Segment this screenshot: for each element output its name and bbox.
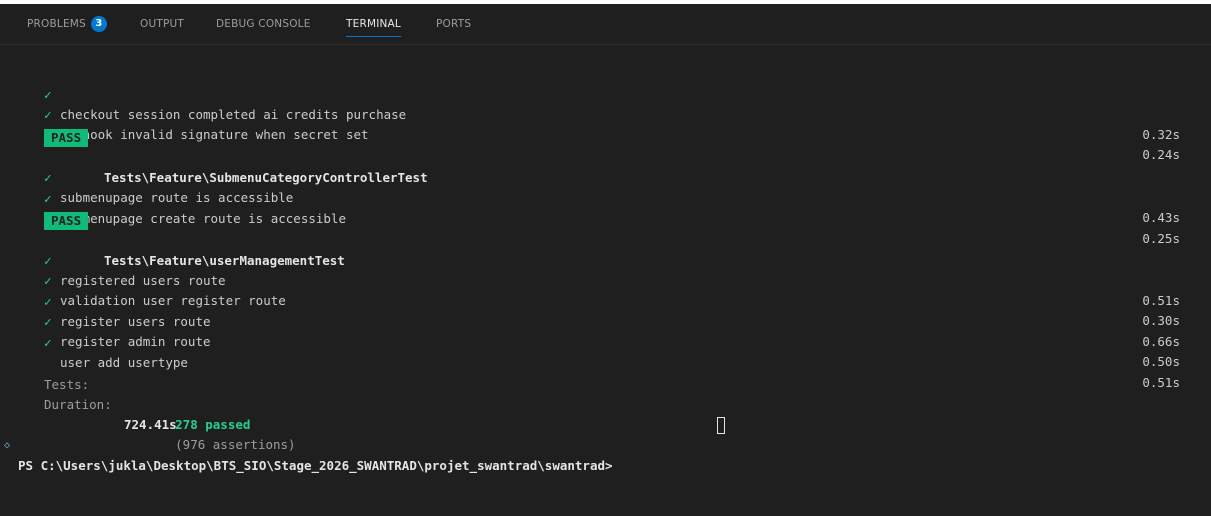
test-line: ✓ submenupage route is accessible 0.43s <box>0 148 1211 225</box>
panel-tab-bar: PROBLEMS 3 OUTPUT DEBUG CONSOLE TERMINAL… <box>0 4 1211 45</box>
summary-duration-label: Duration: <box>44 397 112 412</box>
tab-terminal[interactable]: TERMINAL <box>346 4 401 44</box>
check-icon: ✓ <box>44 335 52 350</box>
tab-problems-label: PROBLEMS <box>27 18 86 30</box>
tab-ports[interactable]: PORTS <box>436 4 471 44</box>
pass-badge: PASS <box>44 212 89 230</box>
test-line: ✓ registered users route 0.51s <box>0 231 1211 308</box>
problems-count-badge: 3 <box>90 16 107 32</box>
test-name: checkout session completed ai credits pu… <box>60 107 407 122</box>
tab-problems[interactable]: PROBLEMS 3 <box>27 4 107 44</box>
tab-output-label: OUTPUT <box>140 18 184 30</box>
pass-badge: PASS <box>44 129 89 147</box>
test-line: ✓ webhook invalid signature when secret … <box>0 85 1211 162</box>
check-icon: ✓ <box>44 107 52 122</box>
test-line: ✓ user add usertype 0.51s <box>0 313 1211 390</box>
prompt-line[interactable]: ◇ PS C:\Users\jukla\Desktop\BTS_SIO\Stag… <box>0 416 1211 473</box>
summary-tests-line: Tests: 278 passed (976 assertions) <box>0 355 1211 452</box>
test-name: register admin route <box>60 334 211 349</box>
suite-header: PASS Tests\Feature\userManagementTest <box>0 211 1211 268</box>
prompt-indicator-icon: ◇ <box>4 440 11 451</box>
tab-terminal-label: TERMINAL <box>346 18 401 30</box>
test-line: ✓ checkout session completed ai credits … <box>0 65 1211 142</box>
test-line: ✓ validation user register route 0.30s <box>0 251 1211 328</box>
summary-duration-line: Duration: 724.41s <box>0 375 1211 432</box>
test-line: ✓ register admin route 0.50s <box>0 292 1211 369</box>
summary-assertions: (976 assertions) <box>175 437 296 452</box>
test-line: ✓ submenupage create route is accessible… <box>0 169 1211 246</box>
test-line: ✓ register users route 0.66s <box>0 272 1211 349</box>
test-name: submenupage route is accessible <box>60 190 294 205</box>
tab-output[interactable]: OUTPUT <box>140 4 184 44</box>
tab-ports-label: PORTS <box>436 18 472 30</box>
check-icon: ✓ <box>44 191 52 206</box>
terminal-output[interactable]: ✓ checkout session completed ai credits … <box>0 45 1211 473</box>
suite-header: PASS Tests\Feature\SubmenuCategoryContro… <box>0 128 1211 185</box>
tab-debug-console-label: DEBUG CONSOLE <box>216 18 311 30</box>
test-duration: 0.66s <box>1142 334 1180 349</box>
tab-debug-console[interactable]: DEBUG CONSOLE <box>216 4 311 44</box>
prompt-text: PS C:\Users\jukla\Desktop\BTS_SIO\Stage_… <box>18 458 613 473</box>
terminal-cursor <box>717 417 725 434</box>
